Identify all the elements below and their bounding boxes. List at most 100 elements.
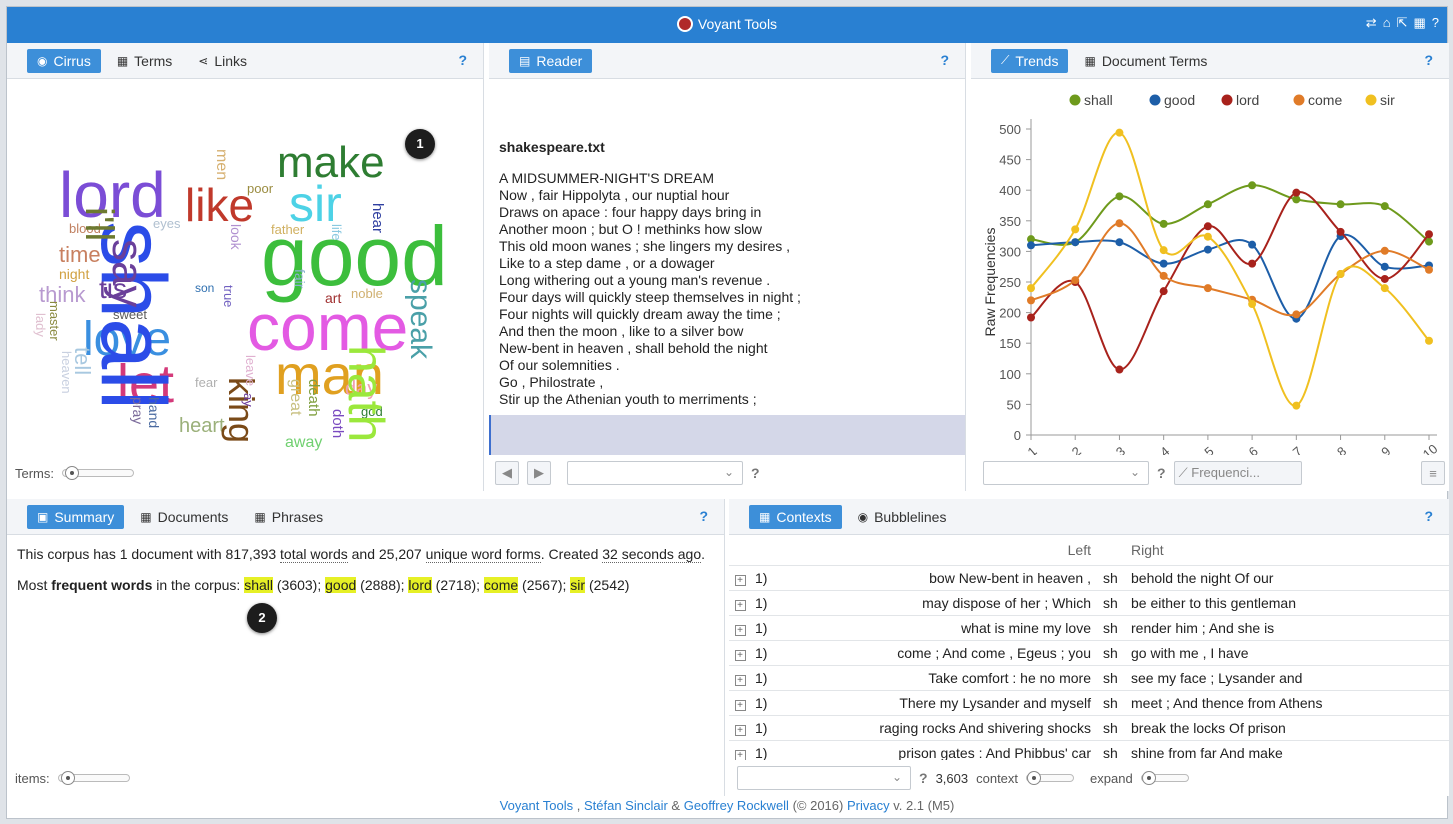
sinclair-link[interactable]: Stéfan Sinclair — [584, 798, 668, 813]
frequent-word-come[interactable]: come — [483, 577, 519, 593]
data-point-lord[interactable] — [1336, 227, 1345, 236]
reader-help-button[interactable]: ? — [940, 52, 949, 68]
cloud-word[interactable]: fear — [195, 376, 217, 389]
table-row[interactable]: +1) bow New-bent in heaven , sh behold the … — [729, 565, 1449, 591]
tab-document-terms[interactable]: ▦ Document Terms — [1074, 49, 1217, 73]
contexts-select-help[interactable]: ? — [919, 770, 928, 786]
cloud-word[interactable]: son — [195, 282, 214, 294]
cloud-word[interactable]: heaven — [59, 351, 74, 394]
data-point-sir[interactable] — [1159, 246, 1168, 255]
trends-help-button[interactable]: ? — [1424, 52, 1433, 68]
cloud-word[interactable]: life — [329, 224, 344, 241]
legend-label[interactable]: come — [1308, 92, 1342, 108]
frequent-word-sir[interactable]: sir — [570, 577, 586, 593]
windows-icon[interactable]: ▦ — [1413, 15, 1425, 31]
expand-row-icon[interactable]: + — [734, 674, 746, 686]
left-column-header[interactable]: Left — [773, 535, 1103, 566]
data-point-lord[interactable] — [1159, 287, 1168, 296]
tab-reader[interactable]: ▤ Reader — [509, 48, 593, 73]
cloud-word[interactable]: look — [228, 224, 244, 250]
tab-bubblelines[interactable]: ◉ Bubblelines — [848, 505, 957, 529]
data-point-sir[interactable] — [1027, 284, 1035, 293]
frequent-word-lord[interactable]: lord — [408, 577, 432, 593]
cloud-word[interactable]: away — [285, 435, 322, 451]
cloud-word[interactable]: men — [213, 149, 230, 180]
data-point-lord[interactable] — [1203, 222, 1212, 231]
expand-row-icon[interactable]: + — [734, 599, 746, 611]
tab-contexts[interactable]: ▦ Contexts — [749, 504, 842, 529]
cloud-word[interactable]: i'll — [77, 207, 121, 241]
data-point-sir[interactable] — [1425, 336, 1433, 345]
cloud-word[interactable]: great — [287, 379, 304, 415]
legend-label[interactable]: shall — [1084, 92, 1113, 108]
legend-marker[interactable] — [1149, 94, 1161, 106]
cloud-word[interactable]: father — [271, 223, 304, 236]
cloud-word[interactable]: like — [185, 182, 254, 228]
items-slider[interactable] — [57, 771, 130, 785]
reader-timeline[interactable] — [489, 415, 965, 455]
tab-links[interactable]: ⋖ Links — [188, 49, 257, 73]
data-point-come[interactable] — [1203, 284, 1212, 293]
cloud-word[interactable]: art — [325, 291, 341, 305]
home-icon[interactable]: ⌂ — [1383, 15, 1391, 31]
cloud-word[interactable]: tell — [70, 347, 95, 375]
table-row[interactable]: +1) There my Lysander and myself sh meet ; … — [729, 690, 1449, 716]
data-point-good[interactable] — [1159, 259, 1168, 268]
data-point-shall[interactable] — [1248, 181, 1257, 190]
cloud-word[interactable]: fair — [292, 269, 308, 288]
contexts-term-select[interactable]: ⌄ — [737, 766, 911, 790]
tab-summary[interactable]: ▣ Summary — [27, 504, 125, 529]
reader-document-select[interactable]: ⌄ — [567, 461, 743, 485]
next-button[interactable]: ▶ — [527, 461, 551, 485]
data-point-sir[interactable] — [1248, 300, 1257, 309]
tab-phrases[interactable]: ▦ Phrases — [244, 505, 333, 529]
data-point-come[interactable] — [1071, 276, 1080, 285]
tab-terms[interactable]: ▦ Terms — [107, 49, 182, 73]
data-point-sir[interactable] — [1336, 270, 1345, 279]
data-point-good[interactable] — [1071, 238, 1080, 247]
privacy-link[interactable]: Privacy — [847, 798, 890, 813]
cloud-word[interactable]: king — [221, 377, 262, 443]
data-point-lord[interactable] — [1292, 188, 1301, 197]
cloud-word[interactable]: ay — [241, 393, 256, 407]
frequent-word-good[interactable]: good — [325, 577, 357, 593]
data-point-come[interactable] — [1380, 246, 1389, 255]
summary-help-button[interactable]: ? — [699, 508, 708, 524]
frequent-word-shall[interactable]: shall — [244, 577, 273, 593]
cloud-word[interactable]: pray — [130, 397, 146, 424]
help-icon[interactable]: ? — [1432, 15, 1439, 31]
tab-cirrus[interactable]: ◉ Cirrus — [27, 48, 101, 73]
expand-row-icon[interactable]: + — [734, 699, 746, 711]
table-row[interactable]: +1) prison gates : And Phibbus' car sh shin… — [729, 740, 1449, 760]
data-point-lord[interactable] — [1425, 230, 1433, 239]
translate-icon[interactable]: ⇄ — [1366, 15, 1377, 31]
cloud-word[interactable]: leave — [243, 355, 258, 386]
tab-trends[interactable]: ⟋ Trends — [991, 48, 1069, 73]
cloud-word[interactable]: heart — [179, 416, 225, 436]
legend-label[interactable]: sir — [1380, 92, 1395, 108]
cirrus-help-button[interactable]: ? — [458, 52, 467, 68]
contexts-help-button[interactable]: ? — [1424, 508, 1433, 524]
total-words-link[interactable]: total words — [280, 546, 348, 563]
data-point-good[interactable] — [1380, 262, 1389, 271]
data-point-sir[interactable] — [1115, 128, 1124, 137]
expand-row-icon[interactable]: + — [734, 649, 746, 661]
data-point-shall[interactable] — [1115, 192, 1124, 201]
table-row[interactable]: +1) Take comfort : he no more sh see my fac… — [729, 665, 1449, 691]
trends-term-select[interactable]: ⌄ — [983, 461, 1149, 485]
rockwell-link[interactable]: Geoffrey Rockwell — [684, 798, 789, 813]
data-point-sir[interactable] — [1071, 225, 1080, 234]
expand-row-icon[interactable]: + — [734, 574, 746, 586]
expand-slider[interactable] — [1140, 771, 1189, 785]
data-point-shall[interactable] — [1159, 219, 1168, 228]
data-point-sir[interactable] — [1203, 232, 1212, 241]
data-point-good[interactable] — [1248, 240, 1257, 249]
right-column-header[interactable]: Right — [1125, 535, 1449, 566]
data-point-shall[interactable] — [1336, 200, 1345, 209]
export-icon[interactable]: ⇱ — [1397, 15, 1408, 31]
cloud-word[interactable]: poor — [247, 182, 273, 195]
menu-button[interactable]: ≡ — [1421, 461, 1445, 485]
data-point-good[interactable] — [1027, 241, 1035, 250]
cloud-word[interactable]: lady — [33, 313, 48, 337]
legend-label[interactable]: lord — [1236, 92, 1259, 108]
